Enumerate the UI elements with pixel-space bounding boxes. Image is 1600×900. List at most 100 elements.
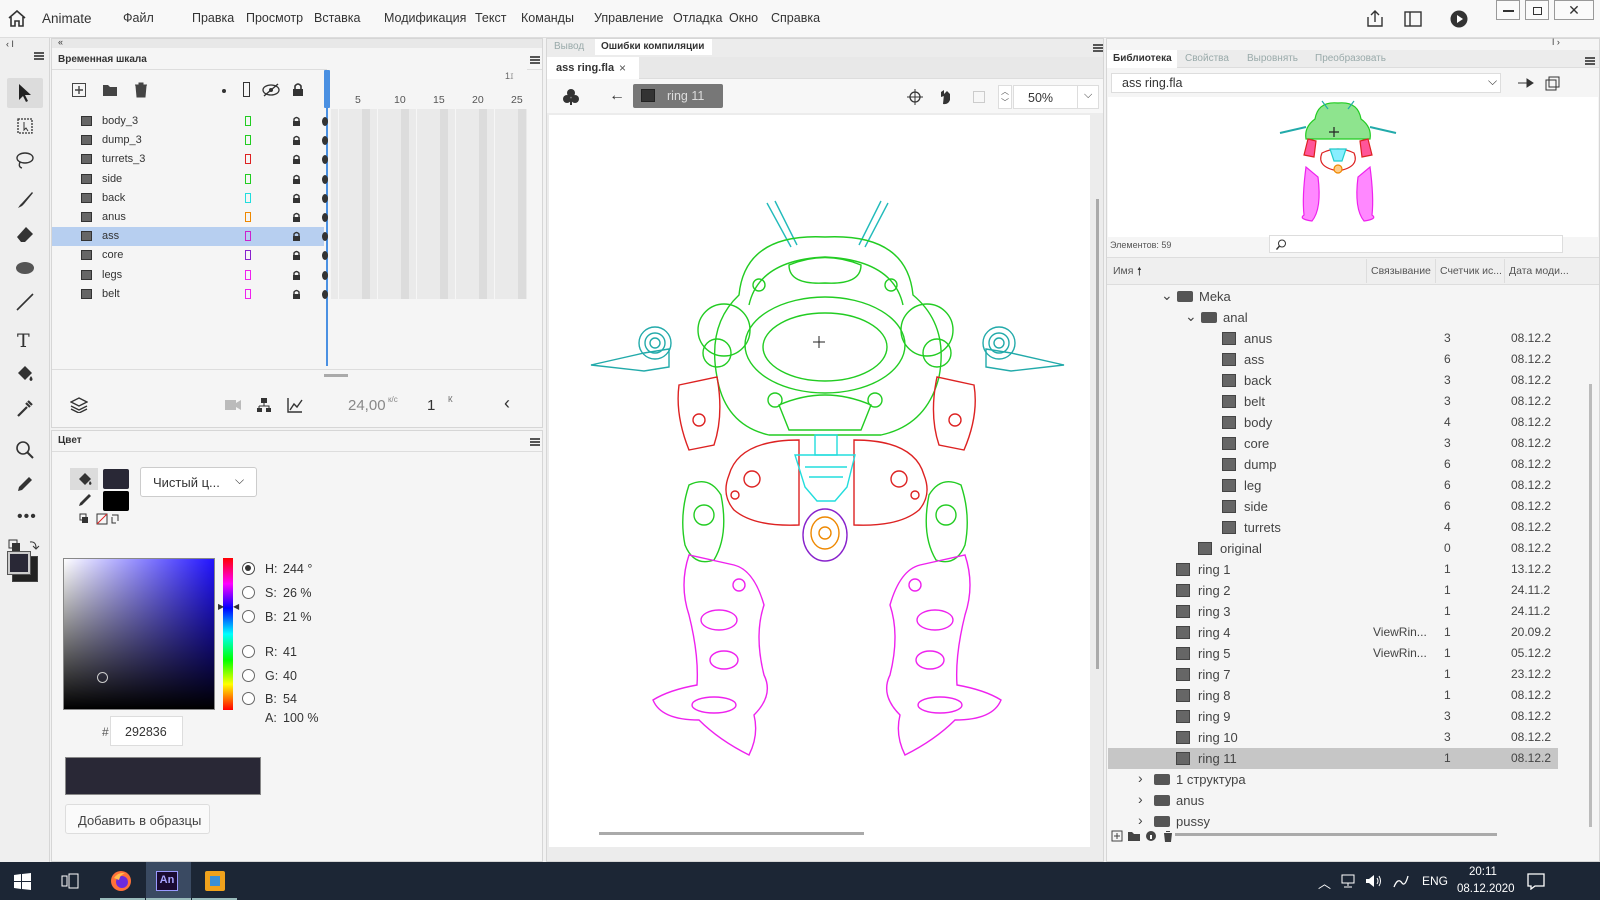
- swap-colors-icon[interactable]: [8, 538, 42, 552]
- mech-artwork[interactable]: [549, 115, 1090, 847]
- timeline-hscroll[interactable]: [324, 374, 348, 377]
- red-value[interactable]: 41: [283, 645, 297, 659]
- lasso-tool-icon[interactable]: [15, 150, 35, 170]
- timeline-layer-row[interactable]: legs: [52, 266, 328, 285]
- close-tab-icon[interactable]: ×: [619, 61, 626, 75]
- library-collapse-icon[interactable]: ǀ ›: [1552, 37, 1560, 47]
- tools-collapse-icon[interactable]: ‹ ǀ: [6, 39, 14, 49]
- clock-time[interactable]: 20:11: [1469, 866, 1497, 878]
- windows-start-icon[interactable]: [14, 873, 31, 890]
- alpha-value[interactable]: 100 %: [283, 711, 318, 725]
- library-item[interactable]: ring 10 3 08.12.2: [1108, 727, 1558, 748]
- pin-icon[interactable]: [1517, 77, 1535, 89]
- fill-color-chip[interactable]: [103, 469, 129, 489]
- hue-radio[interactable]: [242, 562, 255, 575]
- lock-icon[interactable]: [292, 212, 301, 223]
- back-arrow-icon[interactable]: ←: [609, 87, 625, 105]
- library-item[interactable]: ass 6 08.12.2: [1108, 349, 1558, 370]
- workspace-icon[interactable]: [1404, 11, 1422, 27]
- library-item[interactable]: side 6 08.12.2: [1108, 496, 1558, 517]
- color-swap-icons[interactable]: [79, 513, 129, 525]
- library-item[interactable]: › pussy: [1108, 811, 1558, 832]
- menu-item[interactable]: Справка: [771, 11, 820, 25]
- library-item[interactable]: › 1 структура: [1108, 769, 1558, 790]
- more-tools-icon[interactable]: •••: [17, 508, 37, 526]
- library-item[interactable]: ring 8 1 08.12.2: [1108, 685, 1558, 706]
- outline-icon[interactable]: [243, 82, 250, 97]
- layer-outline-color[interactable]: [245, 154, 251, 165]
- snap-icon[interactable]: [907, 89, 923, 105]
- layer-name[interactable]: ass: [102, 230, 119, 242]
- animate-app-icon[interactable]: An: [156, 871, 178, 891]
- layer-outline-color[interactable]: [245, 212, 251, 222]
- keyframe-marker[interactable]: [322, 117, 328, 126]
- brightness-radio[interactable]: [242, 610, 255, 623]
- color-picker-cursor[interactable]: [97, 672, 108, 683]
- pencil-tool-icon[interactable]: [15, 474, 35, 494]
- tab-properties[interactable]: Свойства: [1185, 53, 1229, 64]
- lock-icon[interactable]: [292, 154, 301, 165]
- tab-align[interactable]: Выровнять: [1247, 53, 1298, 64]
- lock-icon[interactable]: [292, 231, 301, 242]
- library-item[interactable]: ring 5 ViewRin... 1 05.12.2: [1108, 643, 1558, 664]
- lock-icon[interactable]: [292, 270, 301, 281]
- keyframe-marker[interactable]: [322, 213, 328, 222]
- library-item[interactable]: body 4 08.12.2: [1108, 412, 1558, 433]
- timeline-menu-icon[interactable]: [530, 56, 540, 58]
- hue-value[interactable]: 244 °: [283, 562, 312, 576]
- layer-name[interactable]: dump_3: [102, 134, 142, 146]
- scene-icon[interactable]: [562, 88, 580, 106]
- zoom-stepper[interactable]: ︿ ﹀: [998, 85, 1012, 109]
- document-tab[interactable]: ass ring.fla ×: [547, 57, 639, 79]
- timeline-layer-row[interactable]: side: [52, 170, 328, 189]
- eyedropper-tool-icon[interactable]: [15, 398, 35, 418]
- layer-outline-color[interactable]: [245, 288, 251, 299]
- current-frame[interactable]: 1: [427, 397, 435, 414]
- new-library-panel-icon[interactable]: [1545, 76, 1561, 92]
- layer-outline-color[interactable]: [245, 192, 251, 203]
- fill-type-select[interactable]: Чистый ц... ⌵: [140, 467, 257, 497]
- layer-name[interactable]: turrets_3: [102, 153, 145, 165]
- fill-bucket-icon[interactable]: [77, 471, 93, 487]
- tab-compile-errors[interactable]: Ошибки компиляции: [601, 41, 704, 52]
- menu-item[interactable]: Команды: [521, 11, 574, 25]
- layer-outline-color[interactable]: [245, 116, 251, 126]
- layer-parenting-icon[interactable]: [256, 397, 272, 413]
- tab-transform[interactable]: Преобразовать: [1315, 53, 1386, 64]
- output-menu-icon[interactable]: [1093, 44, 1103, 46]
- keyframe-marker[interactable]: [322, 289, 328, 299]
- column-name[interactable]: Имя: [1113, 265, 1133, 277]
- add-to-swatches-button[interactable]: Добавить в образцы: [65, 804, 210, 834]
- timeline-layer-row[interactable]: dump_3: [52, 131, 328, 150]
- tools-menu-icon[interactable]: [34, 52, 44, 54]
- library-item[interactable]: ring 1 1 13.12.2: [1108, 559, 1558, 580]
- layer-name[interactable]: anus: [102, 211, 126, 223]
- minimize-button[interactable]: [1496, 0, 1520, 20]
- show-hide-dot-icon[interactable]: [222, 89, 226, 93]
- timeline-layer-row[interactable]: anus: [52, 208, 328, 227]
- library-item[interactable]: ring 11 1 08.12.2: [1108, 748, 1558, 769]
- library-search-input[interactable]: [1269, 235, 1563, 253]
- library-item[interactable]: ring 2 1 24.11.2: [1108, 580, 1558, 601]
- chevron-right-icon[interactable]: ›: [1138, 791, 1143, 807]
- menu-item[interactable]: Файл: [123, 11, 154, 25]
- new-layer-icon[interactable]: [72, 83, 86, 97]
- keyframe-marker[interactable]: [322, 174, 328, 184]
- library-item[interactable]: back 3 08.12.2: [1108, 370, 1558, 391]
- library-item[interactable]: ⌄ Meka: [1108, 286, 1558, 307]
- line-tool-icon[interactable]: [15, 292, 35, 312]
- menu-item[interactable]: Управление: [594, 11, 664, 25]
- rotate-stage-icon[interactable]: [937, 88, 955, 106]
- library-item[interactable]: ring 7 1 23.12.2: [1108, 664, 1558, 685]
- timeline-layer-row[interactable]: core: [52, 246, 328, 265]
- layer-name[interactable]: core: [102, 249, 123, 261]
- library-item[interactable]: ring 4 ViewRin... 1 20.09.2: [1108, 622, 1558, 643]
- network-icon[interactable]: [1341, 874, 1359, 888]
- hex-input[interactable]: 292836: [110, 716, 183, 746]
- red-radio[interactable]: [242, 645, 255, 658]
- library-item[interactable]: ring 9 3 08.12.2: [1108, 706, 1558, 727]
- blue-value[interactable]: 54: [283, 692, 297, 706]
- timeline-layer-row[interactable]: belt: [52, 285, 328, 304]
- lock-icon[interactable]: [292, 174, 301, 185]
- library-item[interactable]: › anus: [1108, 790, 1558, 811]
